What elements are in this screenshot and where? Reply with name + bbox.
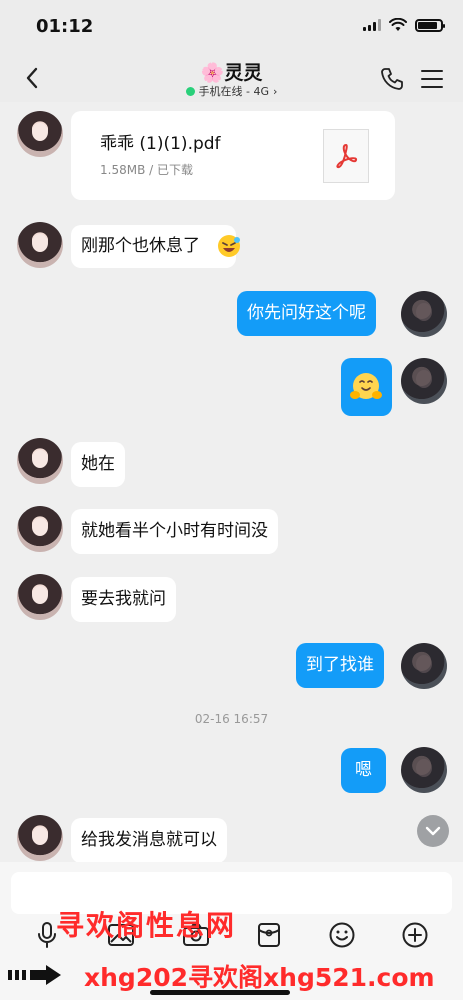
- battery-icon: [415, 18, 445, 32]
- hugging-face-icon: [350, 373, 382, 399]
- message-text: 你先问好这个呢: [247, 303, 366, 323]
- menu-icon: [421, 70, 443, 88]
- contact-avatar[interactable]: [17, 574, 63, 620]
- cellular-signal-icon: [363, 19, 381, 31]
- status-icons: [363, 18, 445, 32]
- contact-avatar[interactable]: [17, 222, 63, 268]
- message-text: 她在: [81, 454, 115, 474]
- contact-avatar[interactable]: [17, 111, 63, 157]
- watermark-url-part1: xhg202: [84, 963, 189, 992]
- message-bubble-incoming[interactable]: 给我发消息就可以: [71, 818, 227, 863]
- pdf-icon: [323, 129, 369, 183]
- status-bar: 01:12: [0, 0, 463, 54]
- contact-avatar[interactable]: [17, 815, 63, 861]
- menu-button[interactable]: [419, 66, 445, 92]
- message-timestamp: 02-16 16:57: [194, 712, 269, 726]
- call-button[interactable]: [379, 66, 405, 92]
- status-time: 01:12: [36, 16, 94, 37]
- message-text: 要去我就问: [81, 589, 166, 609]
- message-bubble-incoming[interactable]: 就她看半个小时有时间没: [71, 509, 278, 554]
- message-text: 就她看半个小时有时间没: [81, 521, 268, 541]
- my-avatar[interactable]: [401, 643, 447, 689]
- online-status-text: 手机在线 - 4G: [198, 85, 270, 98]
- message-bubble-incoming[interactable]: 她在: [71, 442, 125, 487]
- emoji-icon: [329, 922, 355, 948]
- contact-avatar[interactable]: [17, 506, 63, 552]
- laughing-face-icon: [218, 235, 240, 257]
- my-avatar[interactable]: [401, 291, 447, 337]
- message-text: 刚那个也休息了: [81, 236, 200, 256]
- my-avatar[interactable]: [401, 747, 447, 793]
- contact-avatar[interactable]: [17, 438, 63, 484]
- message-text: 嗯: [355, 760, 372, 780]
- chat-header: 🌸灵灵 手机在线 - 4G ›: [0, 54, 463, 102]
- message-bubble-incoming[interactable]: 要去我就问: [71, 577, 176, 622]
- message-bubble-outgoing[interactable]: 你先问好这个呢: [237, 291, 376, 336]
- message-text: 给我发消息就可以: [81, 830, 217, 850]
- battery-level: [418, 21, 437, 29]
- scroll-to-bottom-button[interactable]: [417, 815, 449, 847]
- message-bubble-outgoing[interactable]: [341, 358, 392, 416]
- message-text: 到了找谁: [306, 655, 374, 675]
- file-message[interactable]: 乖乖 (1)(1).pdf 1.58MB / 已下载: [71, 111, 395, 200]
- phone-icon: [381, 68, 403, 90]
- home-indicator: [150, 990, 290, 995]
- watermark-url: xhg202寻欢阁xhg521.com: [84, 958, 435, 994]
- chevron-right-icon: ›: [273, 84, 278, 98]
- emoji-button[interactable]: [327, 920, 357, 950]
- watermark-url-part2: 寻欢阁xhg521.com: [188, 963, 435, 992]
- red-packet-icon: [258, 923, 280, 947]
- watermark-arrow-icon: [8, 965, 61, 985]
- red-packet-button[interactable]: [254, 920, 284, 950]
- my-avatar[interactable]: [401, 358, 447, 404]
- file-meta: 1.58MB / 已下载: [100, 163, 193, 177]
- wifi-icon: [389, 18, 407, 31]
- flower-icon: 🌸: [200, 62, 225, 84]
- contact-name-text: 灵灵: [224, 62, 263, 84]
- message-bubble-outgoing[interactable]: 到了找谁: [296, 643, 384, 688]
- more-button[interactable]: [400, 920, 430, 950]
- chevron-down-icon: [425, 826, 441, 836]
- file-name: 乖乖 (1)(1).pdf: [100, 134, 221, 154]
- plus-icon: [402, 922, 428, 948]
- watermark-text: 寻欢阁性息网: [56, 909, 237, 942]
- online-dot-icon: [185, 86, 195, 96]
- message-bubble-incoming[interactable]: 刚那个也休息了: [71, 225, 240, 268]
- message-bubble-outgoing[interactable]: 嗯: [341, 748, 386, 793]
